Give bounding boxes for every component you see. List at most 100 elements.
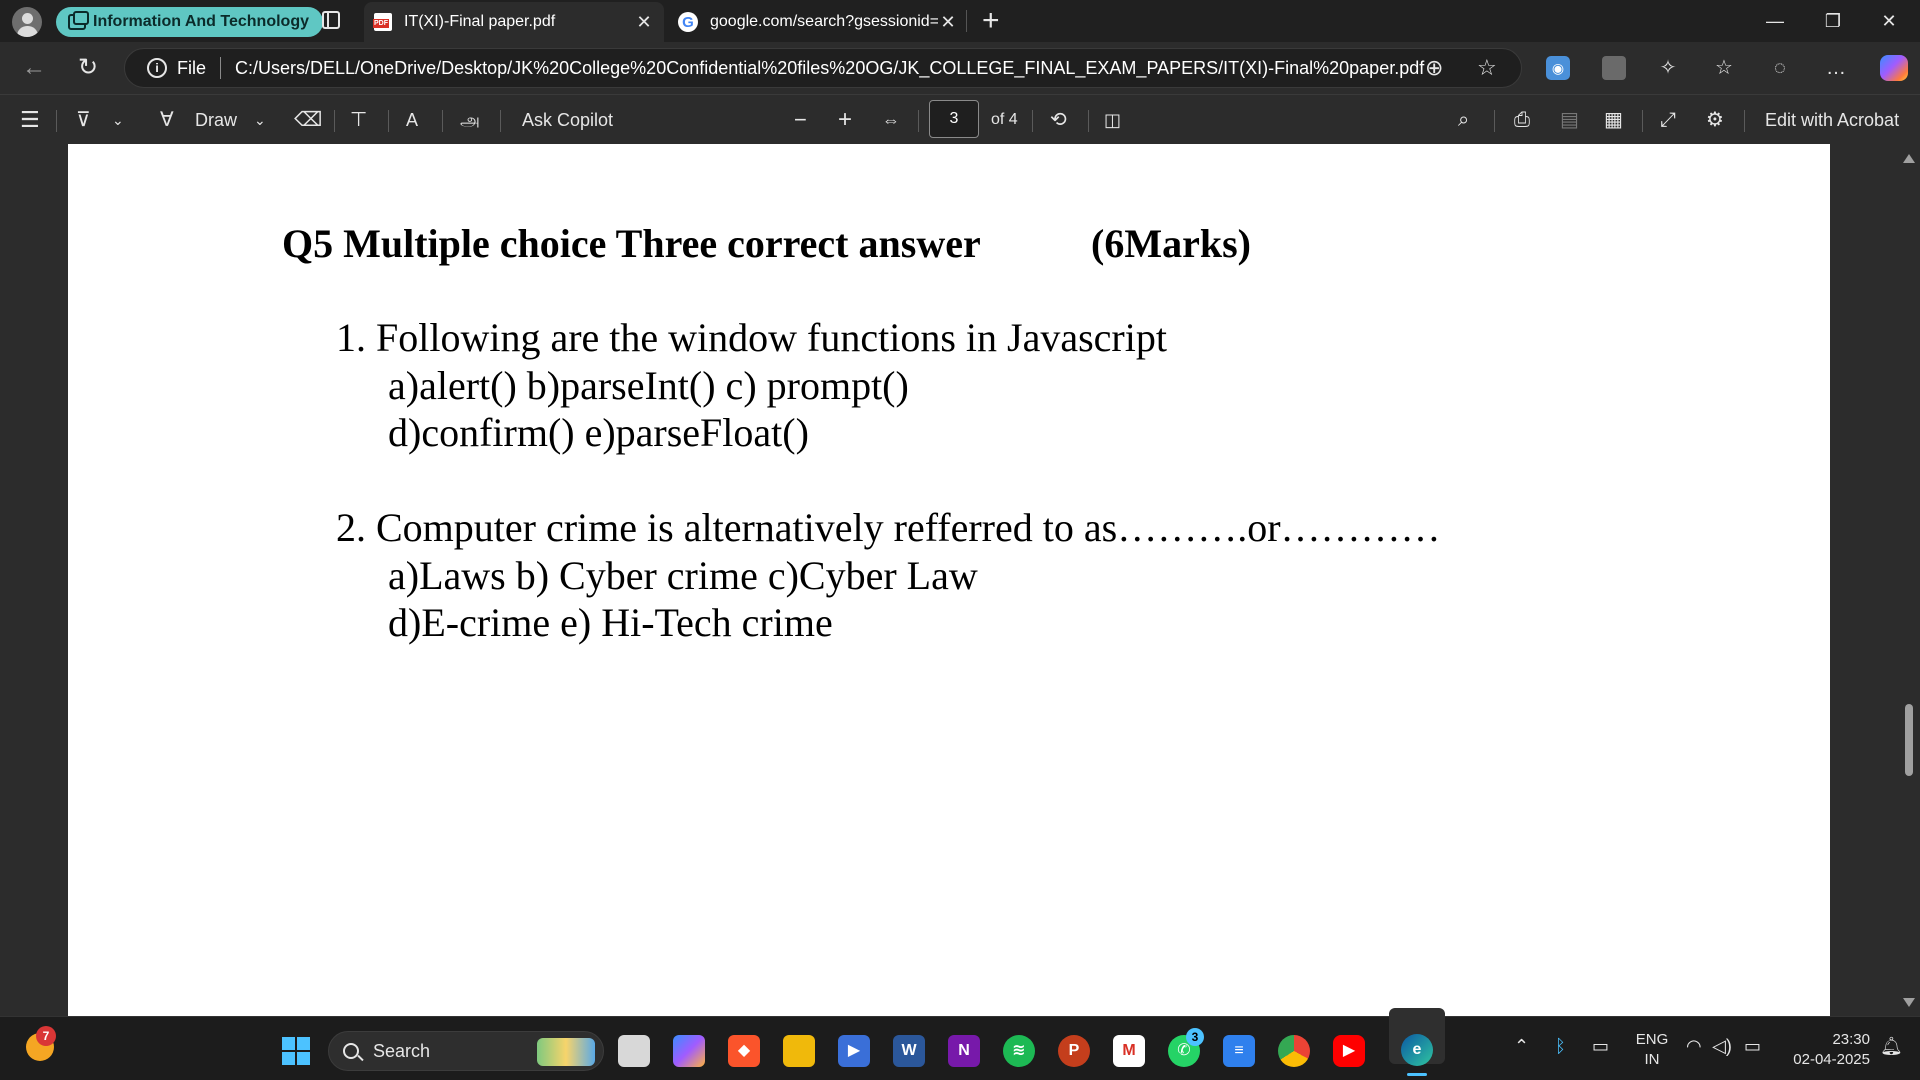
contents-icon[interactable]: ☰: [20, 95, 40, 145]
tab-group-chip[interactable]: Information And Technology: [56, 7, 323, 37]
zoom-in-icon[interactable]: +: [838, 95, 852, 145]
whatsapp-badge: 3: [1186, 1028, 1204, 1046]
scroll-down-arrow-icon[interactable]: [1903, 998, 1915, 1007]
refresh-icon[interactable]: ↻: [72, 52, 104, 84]
close-tab-icon[interactable]: ✕: [634, 12, 654, 33]
spotify-icon[interactable]: ≋: [1003, 1035, 1035, 1067]
start-windows-icon[interactable]: [282, 1037, 310, 1065]
address-bar[interactable]: i File C:/Users/DELL/OneDrive/Desktop/JK…: [124, 48, 1522, 88]
pdf-page[interactable]: Q5 Multiple choice Three correct answer …: [68, 144, 1830, 1016]
save-as-icon[interactable]: ▦: [1604, 95, 1623, 145]
language-indicator[interactable]: ENG IN: [1632, 1016, 1672, 1080]
settings-gear-icon[interactable]: ⚙: [1706, 95, 1724, 145]
word-icon[interactable]: W: [893, 1035, 925, 1067]
question-1-text: 1. Following are the window functions in…: [336, 315, 1167, 360]
toolbar-divider: [442, 110, 443, 132]
file-explorer-icon[interactable]: [783, 1035, 815, 1067]
text-box-icon[interactable]: ⊤: [350, 95, 367, 145]
tab-actions-icon[interactable]: [322, 11, 340, 29]
chrome-icon[interactable]: [1278, 1035, 1310, 1067]
search-icon[interactable]: ⌕: [1458, 95, 1469, 145]
clock[interactable]: 23:30 02-04-2025: [1774, 1016, 1870, 1080]
minimize-button[interactable]: —: [1752, 6, 1798, 36]
taskbar-search[interactable]: Search: [328, 1031, 604, 1071]
new-tab-button[interactable]: +: [982, 4, 1000, 38]
scroll-thumb[interactable]: [1905, 704, 1913, 776]
favorites-icon[interactable]: ☆: [1712, 56, 1736, 80]
battery-icon[interactable]: ▭: [1744, 1036, 1761, 1057]
taskbar-search-label: Search: [373, 1040, 431, 1061]
url-text[interactable]: C:/Users/DELL/OneDrive/Desktop/JK%20Coll…: [235, 58, 1424, 79]
media-player-icon[interactable]: ▶: [838, 1035, 870, 1067]
save-icon[interactable]: ▤: [1560, 95, 1579, 145]
profile-avatar[interactable]: [12, 7, 42, 37]
more-menu-icon[interactable]: …: [1824, 56, 1848, 80]
favorite-star-icon[interactable]: ☆: [1477, 49, 1497, 87]
pdf-icon: PDF: [373, 13, 392, 31]
widget-badge: 7: [36, 1026, 56, 1046]
extensions-puzzle-icon[interactable]: ✧: [1656, 56, 1680, 80]
vertical-scrollbar[interactable]: [1898, 144, 1920, 1016]
profile-body-shape: [17, 26, 38, 37]
scroll-up-arrow-icon[interactable]: [1903, 154, 1915, 163]
clock-time: 23:30: [1832, 1031, 1870, 1048]
screenshot-extension-icon[interactable]: ◉: [1546, 56, 1570, 80]
bluetooth-icon[interactable]: ᛒ: [1555, 1036, 1566, 1057]
eraser-icon[interactable]: ⌫: [294, 95, 322, 145]
print-icon[interactable]: ⎙: [1514, 95, 1530, 145]
ask-copilot-button[interactable]: Ask Copilot: [522, 95, 613, 145]
brave-browser-icon[interactable]: ◆: [728, 1035, 760, 1067]
edit-with-acrobat-button[interactable]: Edit with Acrobat: [1765, 95, 1899, 145]
show-hidden-icons-chevron-up-icon[interactable]: ⌃: [1514, 1036, 1529, 1057]
tab-pdf[interactable]: PDF IT(XI)-Final paper.pdf ✕: [364, 2, 664, 42]
notification-bell-icon[interactable]: 🔔︎: [1880, 1036, 1903, 1057]
page-number-input[interactable]: 3: [929, 100, 979, 138]
copilot-app-icon[interactable]: [673, 1035, 705, 1067]
notepad-icon[interactable]: ≡: [1223, 1035, 1255, 1067]
question-2-options-a: a)Laws b) Cyber crime c)Cyber Law: [388, 553, 978, 598]
clock-date: 02-04-2025: [1793, 1051, 1870, 1068]
navigation-bar: ← ↻ i File C:/Users/DELL/OneDrive/Deskto…: [0, 42, 1920, 94]
close-tab-icon[interactable]: ✕: [938, 12, 958, 33]
google-icon: G: [678, 12, 698, 32]
question-heading: Q5 Multiple choice Three correct answer: [282, 221, 981, 266]
toolbar-divider: [918, 110, 919, 132]
highlight-icon[interactable]: ⊽: [76, 95, 91, 145]
task-view-icon[interactable]: [618, 1035, 650, 1067]
question-marks: (6Marks): [1091, 221, 1251, 266]
maximize-button[interactable]: ❐: [1810, 6, 1856, 36]
chevron-down-icon[interactable]: ⌄: [254, 95, 266, 145]
tab-group-label: Information And Technology: [93, 13, 309, 30]
rotate-icon[interactable]: ⟲: [1050, 95, 1067, 145]
pdf-toolbar: ☰ ⊽ ⌄ ∀ Draw ⌄ ⌫ ⊤ A அ Ask Copilot − + ⇔…: [0, 94, 1920, 144]
read-aloud-icon[interactable]: A: [406, 95, 418, 145]
display-icon[interactable]: ▭: [1592, 1036, 1609, 1057]
draw-button[interactable]: Draw: [195, 95, 237, 145]
onenote-icon[interactable]: N: [948, 1035, 980, 1067]
edge-icon[interactable]: e: [1401, 1034, 1433, 1066]
copilot-icon[interactable]: [1880, 55, 1908, 81]
expand-icon[interactable]: ⤢: [1660, 95, 1676, 145]
extension-square-icon[interactable]: [1602, 56, 1626, 80]
feedback-icon[interactable]: ◌: [1768, 56, 1792, 80]
profile-head-shape: [22, 13, 33, 24]
volume-icon[interactable]: ◁): [1712, 1036, 1732, 1057]
gmail-icon[interactable]: M: [1113, 1035, 1145, 1067]
back-arrow-icon[interactable]: ←: [18, 52, 50, 84]
chevron-down-icon[interactable]: ⌄: [112, 95, 124, 145]
youtube-icon[interactable]: ▶: [1333, 1035, 1365, 1067]
zoom-icon[interactable]: ⊕: [1425, 49, 1443, 87]
fit-width-icon[interactable]: ⇔: [882, 95, 900, 145]
page-view-icon[interactable]: ◫: [1104, 95, 1121, 145]
info-icon[interactable]: i: [147, 58, 167, 78]
document-viewport[interactable]: Q5 Multiple choice Three correct answer …: [0, 144, 1920, 1016]
tab-google-search[interactable]: G google.com/search?gsessionid=D ✕: [668, 2, 968, 42]
translate-icon[interactable]: அ: [460, 95, 480, 145]
draw-icon[interactable]: ∀: [160, 95, 174, 145]
zoom-out-icon[interactable]: −: [794, 95, 807, 145]
question-2-text: 2. Computer crime is alternatively reffe…: [336, 505, 1441, 550]
question-1-options-a: a)alert() b)parseInt() c) prompt(): [388, 363, 909, 408]
close-window-button[interactable]: ✕: [1866, 6, 1912, 36]
powerpoint-icon[interactable]: P: [1058, 1035, 1090, 1067]
wifi-icon[interactable]: ◠: [1686, 1036, 1702, 1057]
